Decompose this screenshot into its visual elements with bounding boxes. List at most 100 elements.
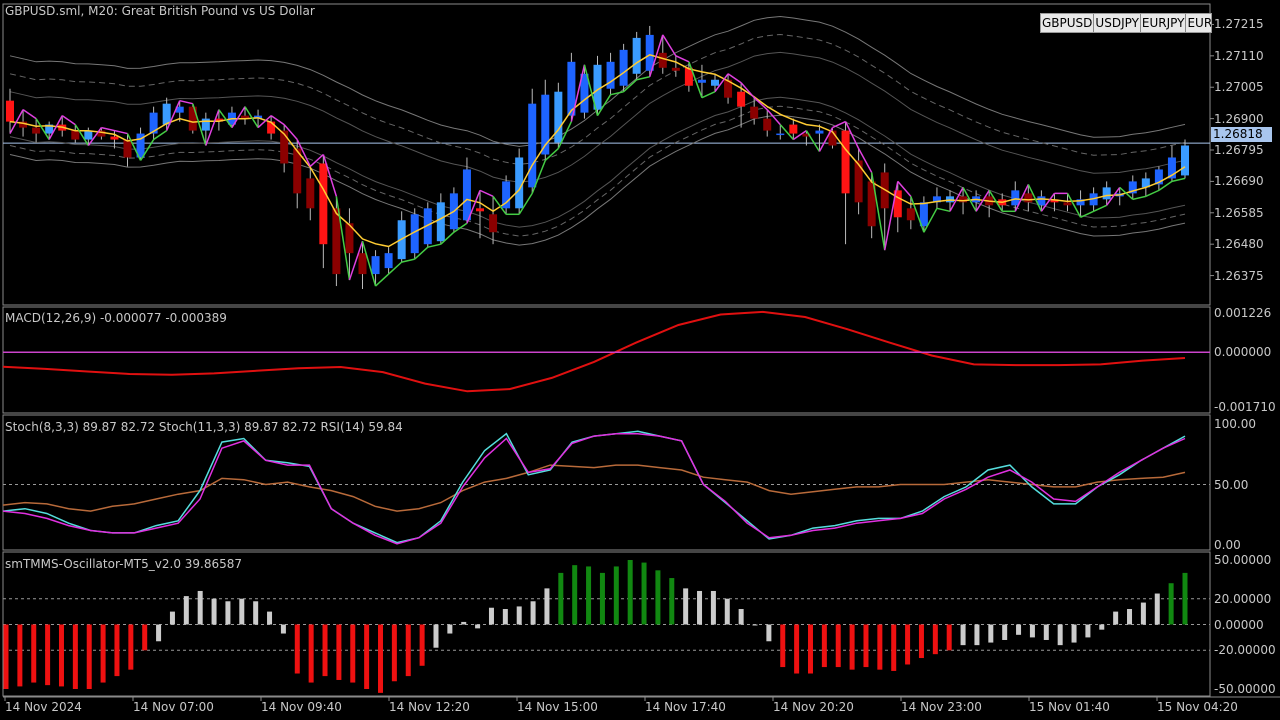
lower-band — [9, 96, 1186, 228]
candle-body — [489, 214, 498, 233]
candle-body — [776, 133, 785, 136]
osc-bar — [849, 624, 855, 670]
oscillator-axis-label: -20.00000 — [1214, 643, 1276, 657]
osc-bar — [3, 624, 9, 689]
candle-body — [789, 124, 798, 134]
osc-bar — [1002, 624, 1008, 640]
osc-bar — [114, 624, 120, 677]
candle-body — [528, 103, 537, 188]
osc-bar — [794, 624, 800, 674]
candle-body — [841, 130, 850, 194]
candle-body — [476, 208, 484, 212]
osc-bar — [336, 624, 342, 680]
trail-segment — [1093, 204, 1107, 212]
trail-segment — [662, 34, 677, 57]
trail-segment — [936, 207, 951, 213]
time-axis-label: 14 Nov 07:00 — [133, 700, 214, 714]
candle-body — [737, 91, 746, 107]
osc-bar — [475, 624, 481, 629]
trail-segment — [479, 189, 494, 198]
candle-body — [384, 253, 393, 269]
symbol-tab-gbpusd[interactable]: GBPUSD — [1041, 14, 1095, 32]
osc-bar — [683, 588, 689, 625]
osc-bar — [142, 624, 148, 651]
candle-body — [763, 118, 772, 131]
symbol-tab-usdjpy[interactable]: USDJPY — [1094, 14, 1141, 32]
osc-bar — [918, 624, 924, 659]
oscillator-axis-label: 0.00000 — [1214, 618, 1264, 632]
time-axis-label: 14 Nov 12:20 — [389, 700, 470, 714]
trail-segment — [1171, 177, 1186, 183]
candle-body — [750, 106, 759, 119]
osc-bar — [780, 624, 786, 668]
trail-segment — [114, 129, 128, 135]
candle-body — [658, 52, 667, 68]
osc-bar — [1113, 611, 1119, 625]
osc-bar — [294, 624, 300, 674]
candle-body — [162, 103, 171, 125]
time-axis-label: 14 Nov 09:40 — [261, 700, 342, 714]
oscillator-axis-label: 20.00000 — [1214, 592, 1272, 606]
trail-segment — [610, 90, 624, 96]
candle-body — [371, 256, 380, 275]
osc-bar — [1085, 624, 1091, 638]
osc-bar — [1057, 624, 1063, 646]
osc-bar — [225, 601, 231, 625]
osc-bar — [322, 624, 328, 677]
stoch-slow-line — [2, 432, 1186, 545]
osc-bar — [1016, 624, 1022, 635]
trail-segment — [427, 243, 442, 248]
time-axis-label: 14 Nov 2024 — [5, 700, 82, 714]
macd-label: MACD(12,26,9) -0.000077 -0.000389 — [5, 311, 227, 325]
time-axis-label: 14 Nov 17:40 — [645, 700, 726, 714]
osc-bar — [1099, 624, 1105, 630]
candle-body — [1063, 202, 1072, 206]
chart-title: GBPUSD.sml, M20: Great British Pound vs … — [5, 4, 315, 18]
macd-axis-label: -0.001710 — [1214, 400, 1276, 414]
symbol-tab-eurjpy[interactable]: EURJPY — [1141, 14, 1187, 32]
symbol-tab-eur[interactable]: EUR — [1186, 14, 1211, 32]
osc-bar — [807, 624, 813, 674]
osc-bar — [960, 624, 966, 646]
osc-bar — [378, 624, 384, 693]
osc-bar — [31, 624, 37, 683]
candle-body — [697, 79, 706, 83]
price-axis-label: 1.27110 — [1214, 49, 1264, 63]
osc-bar — [502, 609, 508, 625]
candle-body — [815, 130, 824, 134]
trail-segment — [805, 130, 821, 152]
osc-bar — [391, 624, 397, 682]
candle-body — [6, 100, 14, 122]
trail-segment — [375, 273, 390, 287]
stoch-axis-label: 50.00 — [1214, 478, 1249, 492]
osc-bar — [613, 566, 619, 625]
trail-segment — [101, 126, 115, 132]
chart-canvas[interactable] — [0, 0, 1280, 720]
osc-bar — [821, 624, 827, 668]
price-axis-label: 1.27005 — [1214, 80, 1264, 94]
osc-bar — [710, 590, 716, 625]
osc-bar — [183, 596, 189, 625]
trail-segment — [1132, 195, 1147, 201]
price-axis-label: 1.26900 — [1214, 112, 1264, 126]
price-frame — [2, 3, 1211, 306]
osc-bar — [1140, 602, 1146, 625]
osc-bar — [586, 566, 592, 625]
candle-body — [1011, 190, 1020, 206]
symbol-tabs[interactable]: GBPUSD USDJPY EURJPY EUR — [1040, 13, 1212, 33]
candle-body — [267, 121, 276, 134]
osc-bar — [197, 590, 203, 625]
candle-body — [632, 37, 641, 74]
osc-bar — [516, 606, 522, 625]
candle-body — [280, 130, 289, 164]
osc-bar — [17, 624, 23, 687]
osc-bar — [156, 624, 162, 642]
osc-bar — [211, 598, 217, 625]
candle-body — [1102, 187, 1111, 200]
trail-segment — [701, 91, 716, 99]
osc-bar — [572, 565, 578, 625]
candle-body — [671, 67, 680, 71]
osc-bar — [447, 624, 453, 634]
osc-bar — [169, 611, 175, 625]
lower-band — [9, 114, 1186, 246]
